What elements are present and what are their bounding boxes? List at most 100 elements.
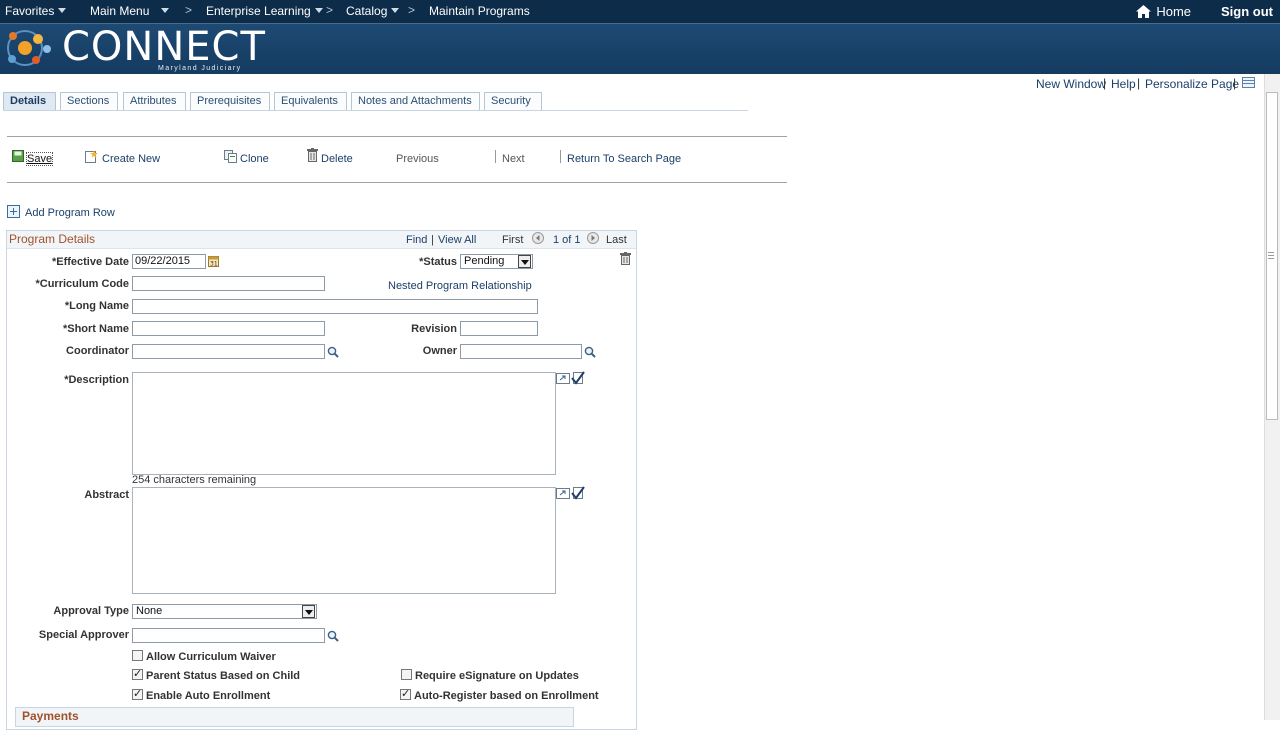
thumb-grip: [1268, 255, 1274, 256]
approval-type-select[interactable]: None: [132, 604, 317, 619]
spell-check-icon[interactable]: [571, 371, 585, 385]
first-label: First: [502, 234, 524, 246]
main-menu-label: Main Menu: [90, 4, 150, 18]
auto-register-label: Auto-Register based on Enrollment: [414, 690, 599, 702]
previous-button[interactable]: Previous: [396, 153, 439, 165]
special-approver-label: Special Approver: [38, 629, 129, 641]
auto-enrollment-label: Enable Auto Enrollment: [146, 690, 271, 702]
breadcrumb-enterprise-learning[interactable]: Enterprise Learning: [206, 4, 323, 18]
allow-waiver-checkbox[interactable]: [132, 650, 143, 661]
main-menu[interactable]: Main Menu: [90, 4, 170, 18]
revision-field[interactable]: [460, 321, 538, 336]
spell-check-icon[interactable]: [571, 486, 585, 500]
tab-details[interactable]: Details: [3, 92, 56, 111]
payments-title: Payments: [22, 709, 79, 723]
expand-textarea-icon[interactable]: [556, 488, 570, 499]
thumb-grip: [1268, 258, 1274, 259]
chevron-down-icon[interactable]: [302, 605, 315, 618]
home-label: Home: [1156, 4, 1192, 19]
effective-date-label: *Effective Date: [51, 256, 129, 268]
search-icon[interactable]: [327, 346, 339, 358]
program-details-title: Program Details: [9, 232, 96, 246]
breadcrumb-current[interactable]: Maintain Programs: [429, 4, 530, 18]
breadcrumb-separator: >: [408, 3, 416, 17]
personalize-page-link[interactable]: Personalize Page: [1145, 77, 1239, 91]
owner-label: Owner: [422, 345, 457, 357]
clone-button[interactable]: Clone: [240, 153, 269, 165]
tab-attributes[interactable]: Attributes: [123, 92, 186, 111]
favorites-label: Favorites: [5, 4, 55, 18]
thumb-grip: [1268, 252, 1274, 253]
delete-row-icon[interactable]: [620, 252, 631, 265]
help-link[interactable]: Help: [1111, 77, 1136, 91]
find-link[interactable]: Find: [406, 234, 427, 246]
effective-date-field[interactable]: 09/22/2015: [132, 254, 206, 269]
add-row-icon[interactable]: [7, 205, 20, 218]
approval-type-label: Approval Type: [53, 605, 129, 617]
short-name-field[interactable]: [132, 321, 325, 336]
owner-field[interactable]: [460, 344, 582, 359]
search-icon[interactable]: [327, 630, 339, 642]
tab-sections[interactable]: Sections: [60, 92, 118, 111]
characters-remaining: 254 characters remaining: [132, 474, 257, 486]
trash-icon[interactable]: [307, 148, 318, 162]
chevron-down-icon: [161, 8, 170, 13]
delete-button[interactable]: Delete: [321, 153, 353, 165]
row-count: 1 of 1: [553, 234, 581, 246]
add-program-row-link[interactable]: Add Program Row: [25, 207, 115, 219]
personalize-grid-icon[interactable]: [1242, 77, 1255, 88]
link-divider: |: [1137, 76, 1141, 90]
auto-register-checkbox[interactable]: [400, 687, 411, 700]
expand-textarea-icon[interactable]: [556, 373, 570, 384]
description-textarea[interactable]: [132, 372, 556, 475]
breadcrumb-separator: >: [185, 3, 193, 17]
breadcrumb-label: Catalog: [346, 4, 388, 18]
special-approver-field[interactable]: [132, 628, 325, 643]
brand-name: CONNECT: [62, 24, 266, 70]
sign-out-link[interactable]: Sign out: [1221, 4, 1273, 19]
save-button[interactable]: Save: [25, 152, 54, 166]
chevron-down-icon: [58, 8, 67, 13]
new-window-link[interactable]: New Window: [1036, 77, 1106, 91]
return-to-search-link[interactable]: Return To Search Page: [567, 153, 681, 165]
home-icon: [1136, 5, 1151, 18]
long-name-field[interactable]: [132, 299, 538, 314]
scrollbar-thumb[interactable]: [1266, 92, 1278, 420]
next-button[interactable]: Next: [502, 153, 525, 165]
search-icon[interactable]: [584, 346, 596, 358]
previous-row-icon[interactable]: [532, 232, 544, 244]
parent-status-checkbox[interactable]: [132, 667, 143, 680]
tab-prerequisites[interactable]: Prerequisites: [190, 92, 270, 111]
status-label: *Status: [419, 256, 457, 268]
create-new-icon[interactable]: [85, 150, 98, 163]
view-all-link[interactable]: View All: [438, 234, 476, 246]
short-name-label: *Short Name: [62, 323, 129, 335]
approval-type-value: None: [136, 605, 163, 617]
next-row-icon[interactable]: [587, 232, 599, 244]
calendar-icon[interactable]: 31: [208, 256, 219, 267]
auto-enrollment-checkbox[interactable]: [132, 687, 143, 700]
chevron-down-icon: [391, 8, 400, 13]
tab-equivalents[interactable]: Equivalents: [274, 92, 347, 111]
last-label: Last: [606, 234, 627, 246]
long-name-label: *Long Name: [64, 300, 129, 312]
abstract-label: Abstract: [84, 489, 129, 501]
abstract-textarea[interactable]: [132, 487, 556, 594]
home-link[interactable]: Home: [1136, 4, 1191, 19]
tab-security[interactable]: Security: [484, 92, 542, 111]
require-esignature-checkbox[interactable]: [401, 669, 412, 680]
nested-program-link[interactable]: Nested Program Relationship: [388, 280, 532, 292]
breadcrumb-catalog[interactable]: Catalog: [346, 4, 400, 18]
create-new-button[interactable]: Create New: [102, 153, 160, 165]
description-label: *Description: [64, 374, 129, 386]
save-icon[interactable]: [12, 150, 24, 162]
clone-icon[interactable]: [224, 150, 238, 163]
svg-text:31: 31: [210, 261, 218, 268]
coordinator-label: Coordinator: [66, 345, 129, 357]
favorites-menu[interactable]: Favorites: [5, 4, 67, 18]
curriculum-code-field[interactable]: [132, 276, 325, 291]
chevron-down-icon[interactable]: [518, 255, 531, 268]
toolbar-bottom-rule: [7, 182, 787, 183]
coordinator-field[interactable]: [132, 344, 325, 359]
tab-notes-and-attachments[interactable]: Notes and Attachments: [351, 92, 480, 111]
